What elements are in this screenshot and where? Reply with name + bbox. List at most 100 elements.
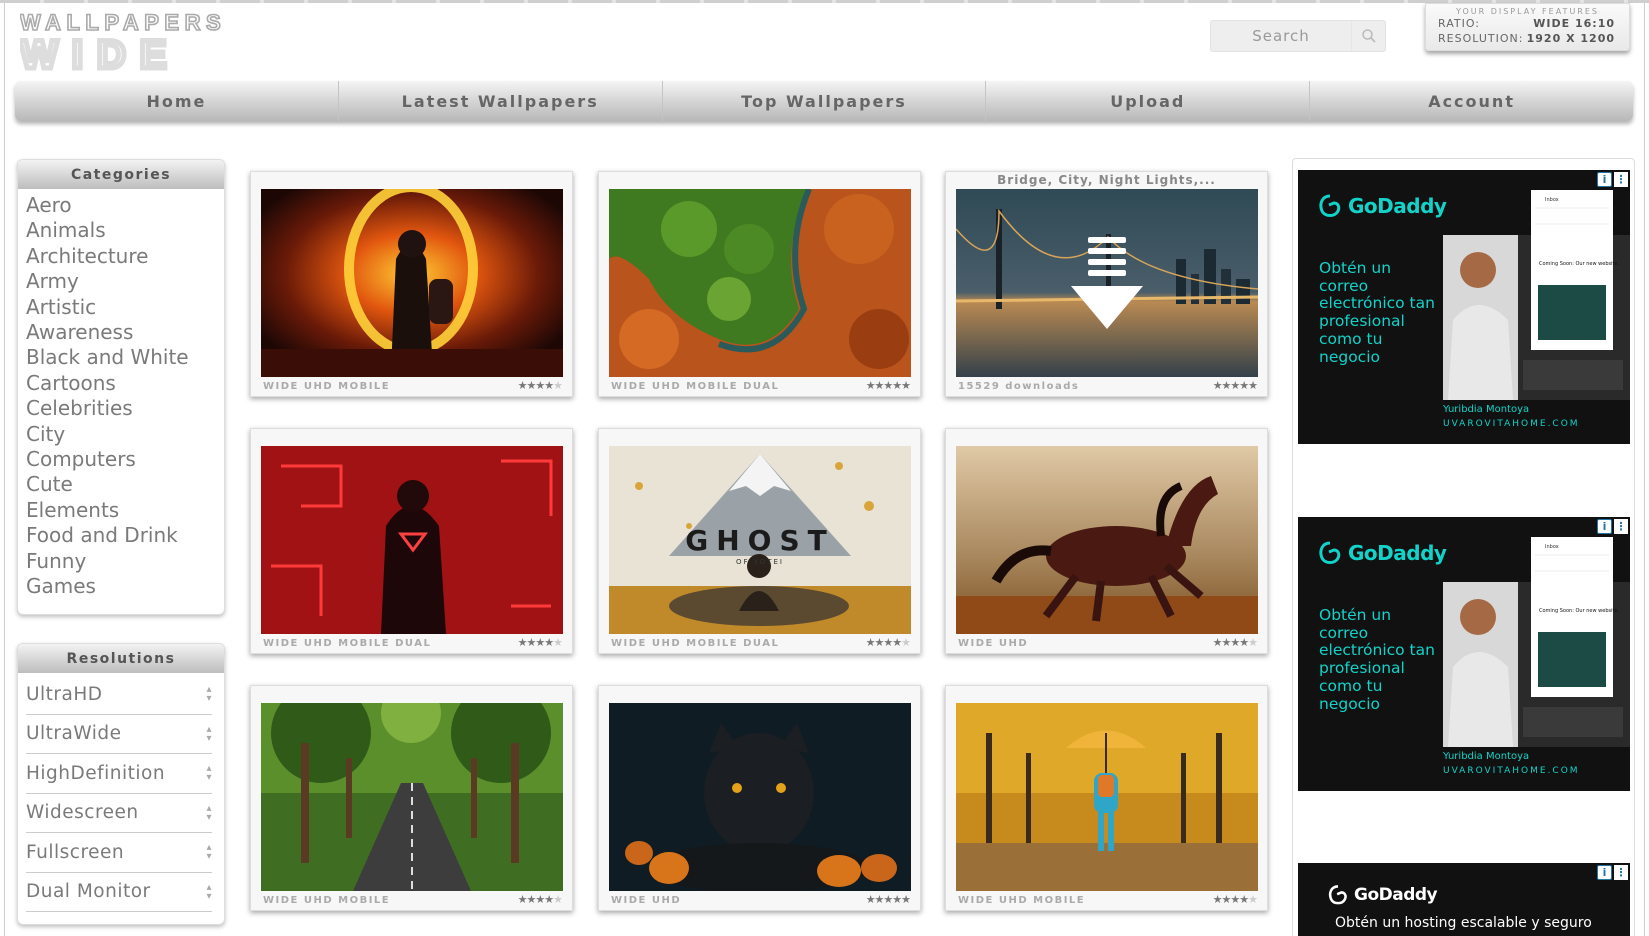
wallpaper-image-running-horse[interactable] (956, 446, 1258, 634)
logo-line2: WIDE (20, 33, 180, 72)
ad-info-icon[interactable]: i (1597, 172, 1612, 187)
wallpaper-card[interactable]: GHOST OF YOTEI WIDE UHD MOBILE DUAL ★★★★… (598, 428, 921, 654)
ad-site: UVAROVITAHOME.COM (1443, 419, 1580, 429)
wallpaper-tags: WIDE UHD (958, 638, 1029, 649)
expand-arrows-icon: ▴ ▾ (206, 684, 212, 705)
ad-banner-godaddy-3[interactable]: GoDaddy Obtén un hosting escalable y seg… (1298, 863, 1630, 936)
resolution-label: Dual Monitor (26, 881, 151, 903)
search-input[interactable] (1211, 21, 1351, 51)
rating-stars: ★★★★★ (517, 893, 563, 906)
wallpaper-card[interactable]: WIDE UHD MOBILE ★★★★★ (945, 685, 1268, 911)
search-box (1210, 20, 1386, 52)
wallpaper-image-tree-tunnel-road[interactable] (261, 703, 563, 891)
ad-mock-notice: Coming Soon: Our new website. (1539, 261, 1620, 267)
category-celebrities[interactable]: Celebrities (26, 396, 224, 421)
ghost-subtitle-text: OF YOTEI (736, 558, 784, 566)
wallpaper-card[interactable]: WIDE UHD ★★★★★ (598, 685, 921, 911)
wallpaper-image-black-panther-pumpkins[interactable] (609, 703, 911, 891)
wallpaper-download-count: 15529 downloads (958, 381, 1080, 392)
resolutions-panel: Resolutions UltraHD ▴ ▾ UltraWide ▴ ▾ HighDe… (17, 643, 225, 925)
ad-info-icon[interactable]: i (1597, 865, 1612, 880)
category-army[interactable]: Army (26, 269, 224, 294)
category-cartoons[interactable]: Cartoons (26, 371, 224, 396)
nav-latest-wallpapers[interactable]: Latest Wallpapers (339, 81, 663, 121)
category-games[interactable]: Games (26, 574, 224, 599)
category-food-and-drink[interactable]: Food and Drink (26, 523, 224, 548)
resolution-widescreen[interactable]: Widescreen ▴ ▾ (26, 794, 212, 833)
ad-info-icon[interactable]: i (1597, 519, 1612, 534)
category-funny[interactable]: Funny (26, 549, 224, 574)
ad-tagline: Obtén un correo electrónico tan profesio… (1319, 259, 1435, 366)
category-architecture[interactable]: Architecture (26, 244, 224, 269)
expand-arrows-icon: ▴ ▾ (206, 723, 212, 744)
resolution-fullscreen[interactable]: Fullscreen ▴ ▾ (26, 833, 212, 873)
category-aero[interactable]: Aero (26, 193, 224, 218)
wallpaper-tags: WIDE UHD (611, 895, 682, 906)
wallpaper-card[interactable]: WIDE UHD MOBILE ★★★★★ (250, 685, 573, 911)
features-title: YOUR DISPLAY FEATURES (1456, 7, 1599, 16)
ad-photo: Inbox Coming Soon: Our new website. (1443, 190, 1630, 400)
resolution-dual-monitor[interactable]: Dual Monitor ▴ ▾ (26, 873, 212, 912)
wallpaper-image-umbrella-autumn[interactable] (956, 703, 1258, 891)
resolution-highdefinition[interactable]: HighDefinition ▴ ▾ (26, 754, 212, 794)
wallpaper-card[interactable]: WIDE UHD ★★★★★ (945, 428, 1268, 654)
category-animals[interactable]: Animals (26, 218, 224, 243)
ad-brand-name: GoDaddy (1348, 194, 1447, 218)
wallpaper-card[interactable]: WIDE UHD MOBILE DUAL ★★★★★ (250, 428, 573, 654)
ad-banner-godaddy-2[interactable]: GoDaddy Obtén un correo electrónico tan … (1298, 517, 1630, 791)
wallpaper-tags: WIDE UHD MOBILE (958, 895, 1086, 906)
top-strip (0, 0, 1649, 3)
ad-person-name: Yuribdia Montoya (1443, 404, 1530, 415)
category-city[interactable]: City (26, 422, 224, 447)
resolution-label: UltraHD (26, 683, 103, 705)
resolution-ultrawide[interactable]: UltraWide ▴ ▾ (26, 715, 212, 754)
ad-mock-notice: Coming Soon: Our new website. (1539, 608, 1620, 614)
wallpaper-title: Bridge, City, Night Lights,... (997, 173, 1216, 187)
rating-stars: ★★★★★ (1212, 379, 1258, 392)
ad-banner-godaddy-1[interactable]: GoDaddy Obtén un correo electrónico tan … (1298, 170, 1630, 444)
wallpaper-tags: WIDE UHD MOBILE (263, 381, 391, 392)
ad-menu-icon[interactable]: ⋮ (1614, 865, 1628, 880)
nav-home[interactable]: Home (15, 81, 339, 121)
ad-menu-icon[interactable]: ⋮ (1614, 172, 1628, 187)
categories-title: Categories (18, 160, 224, 189)
category-computers[interactable]: Computers (26, 447, 224, 472)
resolution-value: 1920 X 1200 (1526, 32, 1615, 45)
nav-upload[interactable]: Upload (986, 81, 1311, 121)
godaddy-logo-icon (1328, 885, 1347, 905)
wallpaper-image-ghost-of-yotei[interactable]: GHOST OF YOTEI (609, 446, 911, 634)
search-icon[interactable] (1351, 21, 1385, 51)
wallpaper-image-red-cyber-warrior[interactable] (261, 446, 563, 634)
display-features: YOUR DISPLAY FEATURES RATIO: WIDE 16:10 … (1425, 3, 1630, 51)
site-logo[interactable]: WALLPAPERS WIDE (18, 9, 300, 79)
expand-arrows-icon: ▴ ▾ (206, 802, 212, 823)
wallpaper-tags: WIDE UHD MOBILE (263, 895, 391, 906)
wallpaper-card[interactable]: WIDE UHD MOBILE DUAL ★★★★★ (598, 171, 921, 397)
rating-stars: ★★★★★ (1212, 636, 1258, 649)
logo-graphic: WALLPAPERS WIDE (18, 9, 222, 79)
main-nav: Home Latest Wallpapers Top Wallpapers Up… (15, 81, 1633, 121)
ad-menu-icon[interactable]: ⋮ (1614, 519, 1628, 534)
resolution-ultrahd[interactable]: UltraHD ▴ ▾ (26, 675, 212, 715)
wallpaper-card[interactable]: Bridge, City, Night Lights,... 15529 dow… (945, 171, 1268, 397)
ghost-title-text: GHOST (685, 524, 834, 557)
category-black-and-white[interactable]: Black and White (26, 345, 224, 370)
expand-arrows-icon: ▴ ▾ (206, 842, 212, 863)
wallpaper-card[interactable]: WIDE UHD MOBILE ★★★★★ (250, 171, 573, 397)
ad-mock-header: Inbox (1545, 197, 1559, 203)
ad-brand-name: GoDaddy (1348, 541, 1447, 565)
wallpaper-image-aerial-forest[interactable] (609, 189, 911, 377)
nav-top-wallpapers[interactable]: Top Wallpapers (663, 81, 987, 121)
category-cute[interactable]: Cute (26, 472, 224, 497)
category-awareness[interactable]: Awareness (26, 320, 224, 345)
resolution-label: UltraWide (26, 723, 122, 745)
expand-arrows-icon: ▴ ▾ (206, 763, 212, 784)
resolution-label: Widescreen (26, 802, 139, 824)
nav-account[interactable]: Account (1310, 81, 1633, 121)
ad-brand-name: GoDaddy (1354, 885, 1438, 905)
wallpaper-image-fire-knight[interactable] (261, 189, 563, 377)
category-elements[interactable]: Elements (26, 498, 224, 523)
ad-photo: Inbox Coming Soon: Our new website. (1443, 537, 1630, 747)
category-artistic[interactable]: Artistic (26, 295, 224, 320)
wallpaper-image-bridge-city[interactable] (956, 189, 1258, 377)
